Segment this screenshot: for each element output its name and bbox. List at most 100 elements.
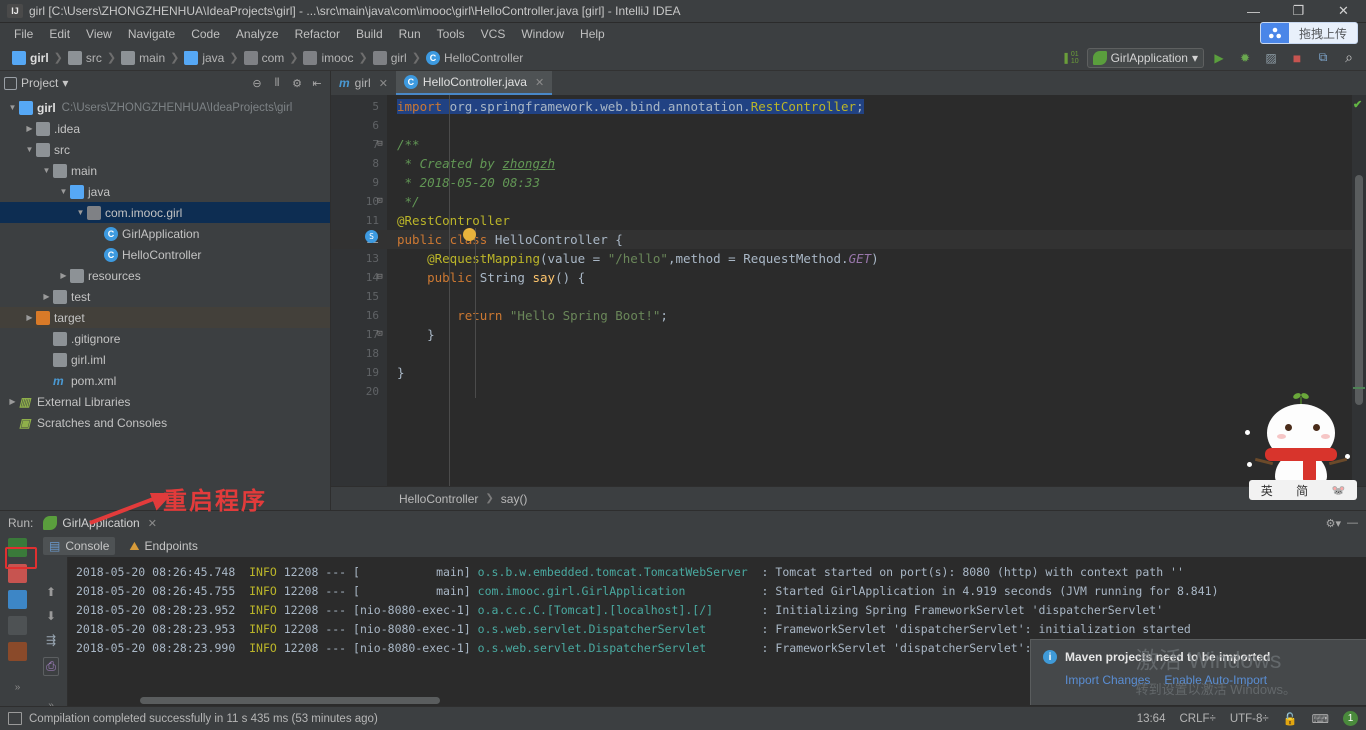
menu-file[interactable]: File <box>6 25 41 43</box>
drag-upload-button[interactable]: 拖拽上传 <box>1259 22 1358 44</box>
breadcrumb-girl[interactable]: girl <box>8 50 53 65</box>
scroll-down-button[interactable]: ⬇ <box>46 609 56 623</box>
code-line[interactable]: import org.springframework.web.bind.anno… <box>387 97 1352 116</box>
tree-item-external-libraries[interactable]: ▶ ▥ External Libraries <box>0 391 330 412</box>
spring-bean-gutter-icon[interactable]: S <box>365 230 378 243</box>
debug-button[interactable]: ✹ <box>1234 48 1256 68</box>
menu-view[interactable]: View <box>78 25 120 43</box>
ime-mode-english[interactable]: 英 <box>1261 482 1273 499</box>
fold-marker[interactable]: ⊡ <box>373 325 387 344</box>
tab-console[interactable]: ▤ Console <box>43 537 116 555</box>
sogou-ime-widget[interactable]: 英 简 🐭 <box>1241 388 1361 500</box>
code-line[interactable]: @RequestMapping(value = "/hello",method … <box>387 249 1352 268</box>
inspection-ok-icon[interactable]: ✔ <box>1353 98 1362 111</box>
menu-help[interactable]: Help <box>572 25 613 43</box>
tree-toggle-icon[interactable]: ▶ <box>23 124 36 133</box>
menu-code[interactable]: Code <box>183 25 228 43</box>
line-number[interactable]: 19 <box>331 363 387 382</box>
code-line[interactable]: * 2018-05-20 08:33 <box>387 173 1352 192</box>
tab-endpoints[interactable]: ⛰ Endpoints <box>129 539 197 554</box>
close-button[interactable]: ✕ <box>1321 0 1366 23</box>
line-number[interactable]: 20 <box>331 382 387 401</box>
code-line[interactable]: } <box>387 363 1352 382</box>
tree-toggle-icon[interactable]: ▶ <box>57 271 70 280</box>
breadcrumb-main[interactable]: main <box>117 50 169 65</box>
menu-tools[interactable]: Tools <box>429 25 473 43</box>
code-line[interactable]: /** <box>387 135 1352 154</box>
settings-icon[interactable]: ⚙ <box>288 74 306 92</box>
hide-icon[interactable]: — <box>1347 517 1358 530</box>
run-configuration-selector[interactable]: GirlApplication ▾ <box>1086 47 1204 68</box>
intention-bulb-icon[interactable] <box>463 228 476 241</box>
breadcrumb-girl-pkg[interactable]: girl <box>369 50 411 65</box>
tree-item-main[interactable]: ▼ main <box>0 160 330 181</box>
project-panel-title-group[interactable]: Project ▾ <box>4 76 68 90</box>
code-line[interactable]: return "Hello Spring Boot!"; <box>387 306 1352 325</box>
breadcrumb-src[interactable]: src <box>64 50 106 65</box>
code-line[interactable]: */ <box>387 192 1352 211</box>
tree-item-scratches-and-consoles[interactable]: ▣ Scratches and Consoles <box>0 412 330 433</box>
breadcrumb-class[interactable]: HelloController <box>399 492 478 506</box>
fold-marker[interactable] <box>373 173 387 192</box>
tree-toggle-icon[interactable]: ▼ <box>74 208 87 217</box>
tree-item-java[interactable]: ▼ java <box>0 181 330 202</box>
sogou-mascot-icon[interactable]: 🐭 <box>1332 484 1346 497</box>
code-line[interactable]: public String say() { <box>387 268 1352 287</box>
source-code[interactable]: import org.springframework.web.bind.anno… <box>387 95 1352 486</box>
tree-toggle-icon[interactable]: ▼ <box>57 187 70 196</box>
editor-scrollbar-thumb[interactable] <box>1355 175 1363 405</box>
print-button[interactable]: ⎙ <box>43 657 59 676</box>
collapse-all-icon[interactable]: ⊖ <box>248 74 266 92</box>
import-changes-link[interactable]: Import Changes <box>1065 673 1150 687</box>
line-number[interactable]: 18 <box>331 344 387 363</box>
settings-icon[interactable]: ⚙▾ <box>1326 517 1341 530</box>
tab-hellocontroller-java[interactable]: C HelloController.java ✕ <box>395 71 553 95</box>
menu-run[interactable]: Run <box>391 25 429 43</box>
menu-vcs[interactable]: VCS <box>473 25 514 43</box>
project-tree[interactable]: ▼ girl C:\Users\ZHONGZHENHUA\IdeaProjects\… <box>0 95 330 510</box>
maven-import-notification[interactable]: i Maven projects need to be imported Imp… <box>1030 639 1366 705</box>
fold-marker[interactable] <box>373 211 387 230</box>
fold-marker[interactable] <box>373 116 387 135</box>
chevron-down-icon[interactable]: ▾ <box>62 76 68 90</box>
ime-mode-simplified[interactable]: 简 <box>1296 482 1308 499</box>
code-line[interactable] <box>387 287 1352 306</box>
stop-button[interactable]: ■ <box>1286 48 1308 68</box>
trace-button[interactable] <box>8 642 27 661</box>
tree-item-com-imooc-girl[interactable]: ▼ com.imooc.girl <box>0 202 330 223</box>
run-with-coverage-button[interactable]: ▨ <box>1260 48 1282 68</box>
breadcrumb-imooc[interactable]: imooc <box>299 50 357 65</box>
maximize-button[interactable]: ❐ <box>1276 0 1321 23</box>
menu-edit[interactable]: Edit <box>41 25 78 43</box>
stop-button[interactable] <box>8 564 27 583</box>
line-number-gutter[interactable]: 567891011121314151617181920 ⊟ ⊡ ⊟ ⊡ <box>331 95 387 486</box>
code-line[interactable] <box>387 382 1352 401</box>
fold-marker[interactable]: ⊡ <box>373 192 387 211</box>
breadcrumb-hellocontroller[interactable]: C HelloController <box>422 50 527 65</box>
update-app-button[interactable]: ⧉ <box>1312 48 1334 68</box>
fold-marker[interactable] <box>373 306 387 325</box>
tree-toggle-icon[interactable]: ▼ <box>23 145 36 154</box>
line-separator[interactable]: CRLF÷ <box>1179 713 1215 725</box>
menu-navigate[interactable]: Navigate <box>120 25 183 43</box>
fold-marker[interactable] <box>373 249 387 268</box>
expand-toolbar-icon[interactable]: » <box>15 682 21 693</box>
ime-status-bar[interactable]: 英 简 🐭 <box>1249 480 1357 500</box>
console-scrollbar[interactable] <box>140 697 440 704</box>
minimize-button[interactable]: — <box>1231 0 1276 23</box>
close-icon[interactable]: ✕ <box>535 76 544 89</box>
code-line[interactable]: public class HelloController { <box>387 230 1352 249</box>
breadcrumb-java[interactable]: java <box>180 50 228 65</box>
tree-item-pom-xml[interactable]: m pom.xml <box>0 370 330 391</box>
notification-badge[interactable]: 1 <box>1343 711 1358 726</box>
run-button[interactable]: ▶ <box>1208 48 1230 68</box>
fold-marker[interactable]: ⊟ <box>373 268 387 287</box>
soft-wrap-button[interactable]: ⇶ <box>46 633 56 647</box>
fold-marker[interactable] <box>373 287 387 306</box>
caret-position[interactable]: 13:64 <box>1137 713 1166 725</box>
tree-item-target[interactable]: ▶ target <box>0 307 330 328</box>
code-line[interactable] <box>387 344 1352 363</box>
tree-item-girlapplication[interactable]: C GirlApplication <box>0 223 330 244</box>
rerun-button[interactable] <box>8 538 27 557</box>
tree-item-hellocontroller[interactable]: C HelloController <box>0 244 330 265</box>
